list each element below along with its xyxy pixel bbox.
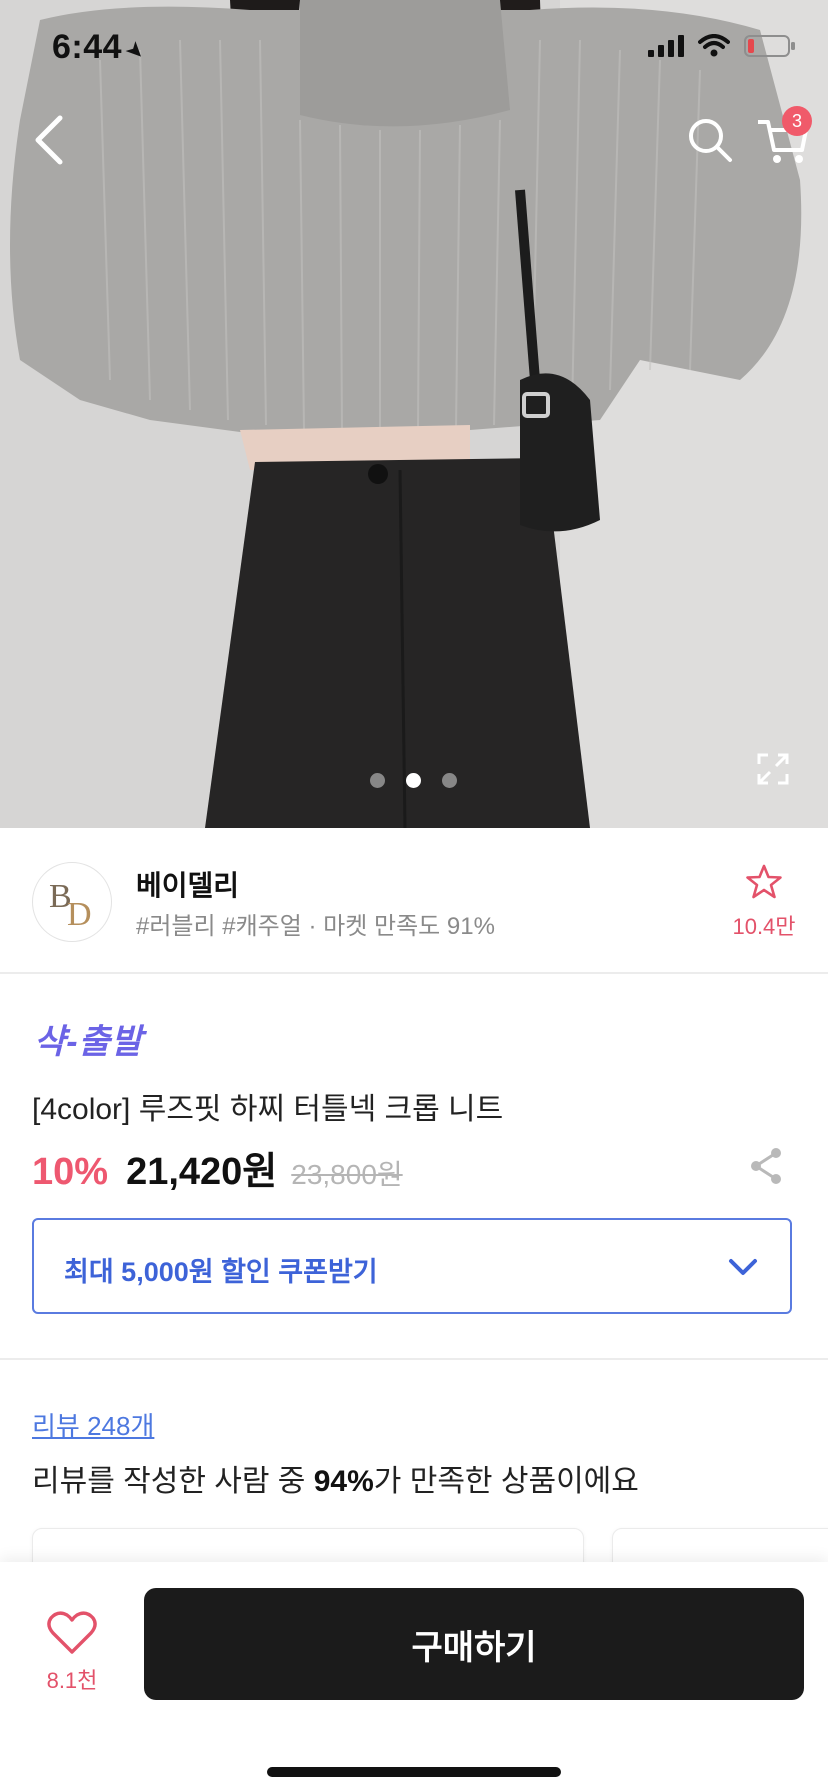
like-count: 8.1천: [46, 1668, 98, 1693]
gallery-dot[interactable]: [370, 773, 385, 788]
review-summary-suffix: 가 만족한 상품이에요: [373, 1465, 639, 1498]
status-bar: 6:44➤: [0, 0, 828, 96]
coupon-label: 최대 5,000원 할인 쿠폰받기: [64, 1257, 378, 1287]
status-time: 6:44➤: [52, 28, 152, 67]
cart-count-badge: 3: [782, 106, 812, 136]
store-favorite-count: 10.4만: [732, 914, 796, 939]
product-title: [4color] 루즈핏 하찌 터틀넥 크롭 니트: [32, 1093, 504, 1126]
back-button[interactable]: [28, 112, 72, 168]
sale-price: 21,420원: [126, 1151, 278, 1193]
review-summary-prefix: 리뷰를 작성한 사람 중: [32, 1465, 314, 1498]
store-logo-d: D: [67, 896, 92, 933]
store-row[interactable]: B D 베이델리 #러블리 #캐주얼 · 마켓 만족도 91% 10.4만: [0, 828, 828, 974]
gallery-dot-active[interactable]: [406, 773, 421, 788]
share-icon[interactable]: [748, 1146, 784, 1186]
store-logo-mark: B D: [49, 878, 92, 933]
gallery-dot[interactable]: [442, 773, 457, 788]
store-favorite-button[interactable]: 10.4만: [730, 864, 798, 941]
battery-icon: [744, 35, 795, 57]
review-satisfaction-percent: 94%: [313, 1465, 374, 1498]
heart-icon: [47, 1611, 97, 1654]
original-price: 23,800원: [291, 1159, 403, 1190]
store-name[interactable]: 베이델리: [136, 864, 239, 904]
discount-rate: 10%: [32, 1151, 109, 1193]
fullscreen-icon[interactable]: [756, 752, 790, 786]
store-logo[interactable]: B D: [32, 862, 112, 942]
review-satisfaction-summary: 리뷰를 작성한 사람 중 94%가 만족한 상품이에요: [32, 1456, 639, 1500]
fast-shipping-badge: 샥-출발: [34, 1023, 144, 1061]
like-button[interactable]: 8.1천: [38, 1610, 106, 1695]
location-arrow-icon: ➤: [120, 35, 152, 67]
home-indicator: [267, 1767, 561, 1777]
coupon-button[interactable]: 최대 5,000원 할인 쿠폰받기: [32, 1218, 792, 1314]
product-image-gallery[interactable]: 6:44➤ 3: [0, 0, 828, 828]
status-icons: [648, 34, 796, 58]
star-icon: [746, 864, 782, 899]
chevron-down-icon: [729, 1259, 757, 1275]
bottom-action-bar: 8.1천 구매하기: [0, 1562, 828, 1792]
gallery-pagination[interactable]: [370, 773, 457, 788]
price-row: 10% 21,420원 23,800원: [32, 1140, 403, 1195]
review-count-link[interactable]: 리뷰 248개: [32, 1406, 154, 1443]
search-icon[interactable]: [686, 116, 734, 164]
store-tags: #러블리 #캐주얼 · 마켓 만족도 91%: [136, 913, 495, 940]
wifi-icon: [698, 34, 730, 57]
section-divider: [0, 1358, 828, 1360]
cellular-signal-icon: [648, 35, 684, 57]
buy-button[interactable]: 구매하기: [144, 1588, 804, 1700]
